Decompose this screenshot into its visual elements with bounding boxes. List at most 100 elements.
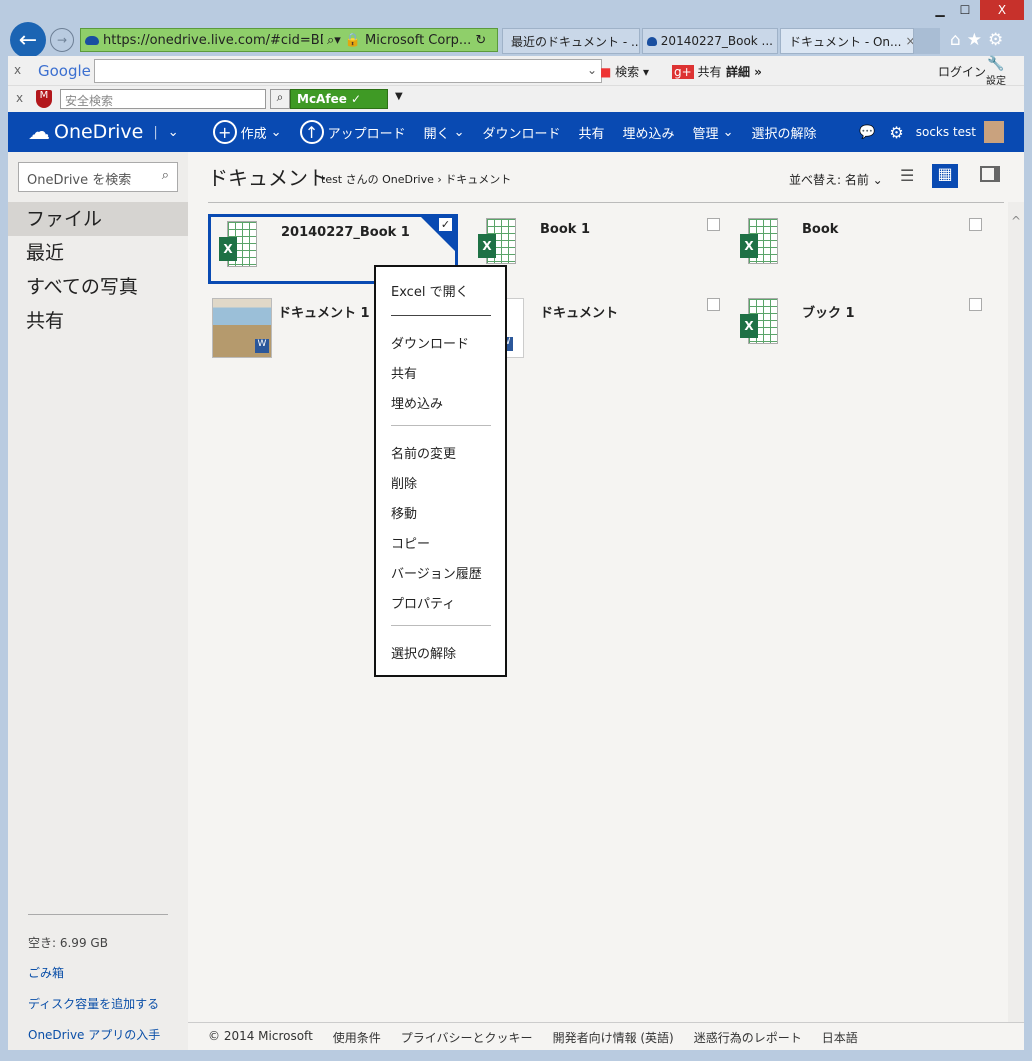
sidebar-item-files[interactable]: ファイル	[8, 202, 188, 236]
feedback-icon[interactable]: 💬	[859, 125, 875, 140]
menu-rename[interactable]: 名前の変更	[391, 443, 456, 462]
select-checkbox[interactable]	[969, 218, 982, 231]
manage-button[interactable]: 管理 ⌄	[693, 123, 734, 142]
share-button[interactable]: 共有	[579, 123, 605, 142]
file-name[interactable]: ブック 1	[802, 302, 855, 321]
sidebar-item-shared[interactable]: 共有	[8, 304, 188, 338]
file-name[interactable]: ドキュメント 1	[278, 302, 370, 321]
download-button[interactable]: ダウンロード	[483, 123, 561, 142]
google-share-button[interactable]: g+ 共有	[672, 63, 722, 80]
add-storage-link[interactable]: ディスク容量を追加する	[28, 995, 159, 1012]
scroll-up-icon[interactable]: ^	[1011, 214, 1021, 228]
menu-properties[interactable]: プロパティ	[391, 593, 455, 612]
privacy-link[interactable]: プライバシーとクッキー	[401, 1029, 533, 1046]
tab-documents[interactable]: ドキュメント - On...×	[780, 28, 914, 54]
checkmark-icon[interactable]: ✓	[439, 218, 452, 231]
select-checkbox[interactable]	[707, 218, 720, 231]
select-checkbox[interactable]	[707, 298, 720, 311]
get-app-link[interactable]: OneDrive アプリの入手	[28, 1026, 160, 1043]
favorites-star-icon[interactable]: ★	[967, 30, 988, 50]
tab-book[interactable]: 20140227_Book ...	[642, 28, 778, 54]
close-tab-icon[interactable]: ×	[905, 34, 913, 48]
file-tile[interactable]: Wドキュメント	[470, 294, 720, 364]
developers-link[interactable]: 開発者向け情報 (英語)	[553, 1029, 674, 1046]
menu-delete[interactable]: 削除	[391, 473, 417, 492]
google-g-icon: ■	[600, 65, 612, 79]
tools-gear-icon[interactable]: ⚙	[988, 30, 1009, 50]
embed-button[interactable]: 埋め込み	[623, 123, 675, 142]
menu-deselect[interactable]: 選択の解除	[391, 643, 456, 662]
menu-share[interactable]: 共有	[391, 363, 417, 382]
chevron-down-icon[interactable]: ⌄	[587, 63, 597, 77]
onedrive-logo[interactable]: OneDrive	[54, 121, 143, 143]
menu-copy[interactable]: コピー	[391, 533, 430, 552]
selected-checkbox[interactable]	[418, 214, 458, 254]
sidebar-item-recent[interactable]: 最近	[8, 236, 188, 270]
settings-gear-icon[interactable]: ⚙	[889, 123, 903, 142]
tab-label: 最近のドキュメント - ...	[511, 34, 640, 49]
settings-button[interactable]: 🔧 設定	[986, 56, 1006, 87]
back-button[interactable]: ←	[10, 22, 46, 58]
google-search-button[interactable]: ■ 検索 ▾	[600, 63, 649, 80]
mcafee-toolbar: x M 安全検索 ⌕ McAfee ✓ ▼	[8, 86, 1024, 112]
tile-view-icon[interactable]: ▦	[932, 164, 958, 188]
address-bar[interactable]: https://onedrive.live.com/#cid=BD8A ⌕▾ 🔒…	[80, 28, 498, 52]
maximize-button[interactable]: ☐	[955, 0, 975, 20]
file-name[interactable]: 20140227_Book 1	[281, 225, 410, 240]
more-button[interactable]: 詳細 »	[726, 63, 762, 80]
refresh-icon[interactable]: ↻	[475, 33, 486, 48]
upload-button[interactable]: ↑ アップロード	[299, 120, 406, 144]
chevron-down-icon[interactable]: ⌄	[168, 125, 179, 140]
sidebar: OneDrive を検索 ⌕ ファイル 最近 すべての写真 共有 空き: 6.99…	[8, 152, 188, 1050]
tab-recent-docs[interactable]: 最近のドキュメント - ...	[502, 28, 640, 54]
close-toolbar-icon[interactable]: x	[14, 63, 21, 77]
close-toolbar-icon[interactable]: x	[16, 91, 23, 105]
address-url[interactable]: https://onedrive.live.com/#cid=BD8A	[103, 33, 323, 48]
search-icon[interactable]: ⌕	[162, 168, 169, 183]
list-view-icon[interactable]: ☰	[900, 166, 914, 185]
breadcrumb-root[interactable]: test さんの OneDrive	[321, 173, 434, 186]
menu-open-in-excel[interactable]: Excel で開く	[391, 281, 469, 300]
arrow-left-icon: ←	[18, 27, 38, 53]
avatar[interactable]	[984, 121, 1004, 143]
report-abuse-link[interactable]: 迷惑行為のレポート	[694, 1029, 802, 1046]
menu-download[interactable]: ダウンロード	[391, 333, 469, 352]
file-tile[interactable]: X ブック 1	[732, 294, 982, 364]
forward-button[interactable]: →	[50, 28, 74, 52]
open-button[interactable]: 開く ⌄	[424, 123, 465, 142]
google-search-input[interactable]: ⌄	[94, 59, 602, 83]
deselect-button[interactable]: 選択の解除	[751, 123, 816, 142]
file-tile[interactable]: X Book	[732, 214, 982, 284]
label: 管理	[692, 126, 719, 142]
search-icon[interactable]: ⌕▾	[327, 33, 341, 48]
onedrive-search-input[interactable]: OneDrive を検索 ⌕	[18, 162, 178, 192]
home-icon[interactable]: ⌂	[950, 30, 967, 50]
menu-version-history[interactable]: バージョン履歴	[391, 563, 482, 582]
scrollbar[interactable]: ^	[1008, 202, 1024, 1022]
file-name[interactable]: Book	[802, 222, 838, 237]
sidebar-item-photos[interactable]: すべての写真	[8, 270, 188, 304]
minimize-button[interactable]: ▁	[930, 0, 950, 20]
safe-search-input[interactable]: 安全検索	[60, 89, 266, 109]
certificate-label[interactable]: Microsoft Corp...	[365, 33, 471, 48]
file-tile[interactable]: X Book 1	[470, 214, 720, 284]
search-icon[interactable]: ⌕	[270, 89, 290, 109]
create-button[interactable]: + 作成 ⌄	[212, 120, 282, 144]
details-pane-icon[interactable]	[980, 166, 1000, 182]
new-tab-button[interactable]	[914, 28, 940, 54]
menu-embed[interactable]: 埋め込み	[391, 393, 443, 412]
recycle-bin-link[interactable]: ごみ箱	[28, 964, 64, 981]
user-name[interactable]: socks test	[916, 125, 976, 139]
file-name[interactable]: Book 1	[540, 222, 590, 237]
close-window-button[interactable]: X	[980, 0, 1024, 20]
dropdown-arrow-icon[interactable]: ▼	[395, 91, 403, 102]
sort-dropdown[interactable]: 並べ替え: 名前 ⌄	[789, 171, 883, 188]
select-checkbox[interactable]	[969, 298, 982, 311]
menu-move[interactable]: 移動	[391, 503, 417, 522]
mcafee-button[interactable]: McAfee ✓	[290, 89, 388, 109]
login-button[interactable]: ログイン	[938, 63, 986, 80]
language-link[interactable]: 日本語	[822, 1029, 858, 1046]
file-name[interactable]: ドキュメント	[540, 302, 618, 321]
terms-link[interactable]: 使用条件	[333, 1029, 381, 1046]
google-plus-icon: g+	[672, 65, 694, 79]
